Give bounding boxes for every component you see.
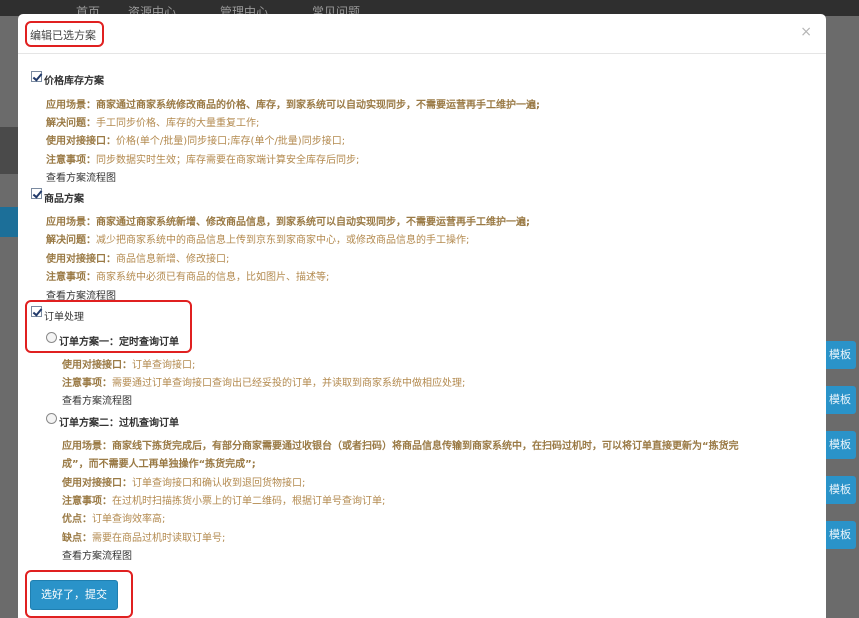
detail-line: 注意事项：商家系统中必须已有商品的信息，比如图片、描述等; xyxy=(46,272,330,283)
view-flowchart-link[interactable]: 查看方案流程图 xyxy=(62,547,132,562)
detail-line: 成”，而不需要人工再单独操作“拣货完成”; xyxy=(62,459,256,470)
view-flowchart-link[interactable]: 查看方案流程图 xyxy=(62,392,132,407)
submit-button[interactable]: 选好了，提交 xyxy=(30,580,118,610)
detail-line: 解决问题：手工同步价格、库存的大量重复工作; xyxy=(46,118,260,129)
detail-line: 使用对接接口：价格(单个/批量)同步接口;库存(单个/批量)同步接口; xyxy=(46,136,346,147)
edit-plan-modal: 编辑已选方案 × 价格库存方案 应用场景：商家通过商家系统修改商品的价格、库存，… xyxy=(18,14,826,618)
checkbox-price-stock-plan[interactable] xyxy=(31,71,42,82)
detail-line: 注意事项：在过机时扫描拣货小票上的订单二维码，根据订单号查询订单; xyxy=(62,496,386,507)
detail-line: 解决问题：减少把商家系统中的商品信息上传到京东到家商家中心，或修改商品信息的手工… xyxy=(46,235,470,246)
view-flowchart-link[interactable]: 查看方案流程图 xyxy=(46,287,116,302)
detail-line: 使用对接接口：订单查询接口; xyxy=(62,360,196,371)
order-option-1-title: 订单方案一：定时查询订单 xyxy=(59,337,179,348)
detail-line: 缺点：需要在商品过机时读取订单号; xyxy=(62,533,226,544)
radio-order-option-1[interactable] xyxy=(46,332,57,343)
detail-line: 使用对接接口：商品信息新增、修改接口; xyxy=(46,254,230,265)
detail-line: 注意事项：同步数据实时生效；库存需要在商家端计算安全库存后同步; xyxy=(46,155,360,166)
checkbox-product-plan[interactable] xyxy=(31,188,42,199)
modal-header: 编辑已选方案 × xyxy=(18,14,826,54)
detail-line: 应用场景：商家通过商家系统修改商品的价格、库存，到家系统可以自动实现同步，不需要… xyxy=(46,100,540,111)
section-title-product: 商品方案 xyxy=(44,194,84,205)
detail-line: 优点：订单查询效率高; xyxy=(62,514,166,525)
detail-line: 注意事项：需要通过订单查询接口查询出已经妥投的订单，并读取到商家系统中做相应处理… xyxy=(62,378,466,389)
modal-title: 编辑已选方案 xyxy=(30,29,96,42)
background-band xyxy=(0,127,18,174)
detail-line: 使用对接接口：订单查询接口和确认收到退回货物接口; xyxy=(62,478,306,489)
section-title-price-stock: 价格库存方案 xyxy=(44,76,104,87)
detail-line: 应用场景：商家通过商家系统新增、修改商品信息，到家系统可以自动实现同步，不需要运… xyxy=(46,217,530,228)
detail-line: 应用场景：商家线下拣货完成后，有部分商家需要通过收银台（或者扫码）将商品信息传输… xyxy=(62,441,739,452)
checkbox-order-plan[interactable] xyxy=(31,306,42,317)
close-button[interactable]: × xyxy=(800,24,812,40)
view-flowchart-link[interactable]: 查看方案流程图 xyxy=(46,169,116,184)
radio-order-option-2[interactable] xyxy=(46,413,57,424)
section-title-order: 订单处理 xyxy=(44,312,84,323)
order-option-2-title: 订单方案二：过机查询订单 xyxy=(59,418,179,429)
background-band-blue xyxy=(0,207,18,237)
